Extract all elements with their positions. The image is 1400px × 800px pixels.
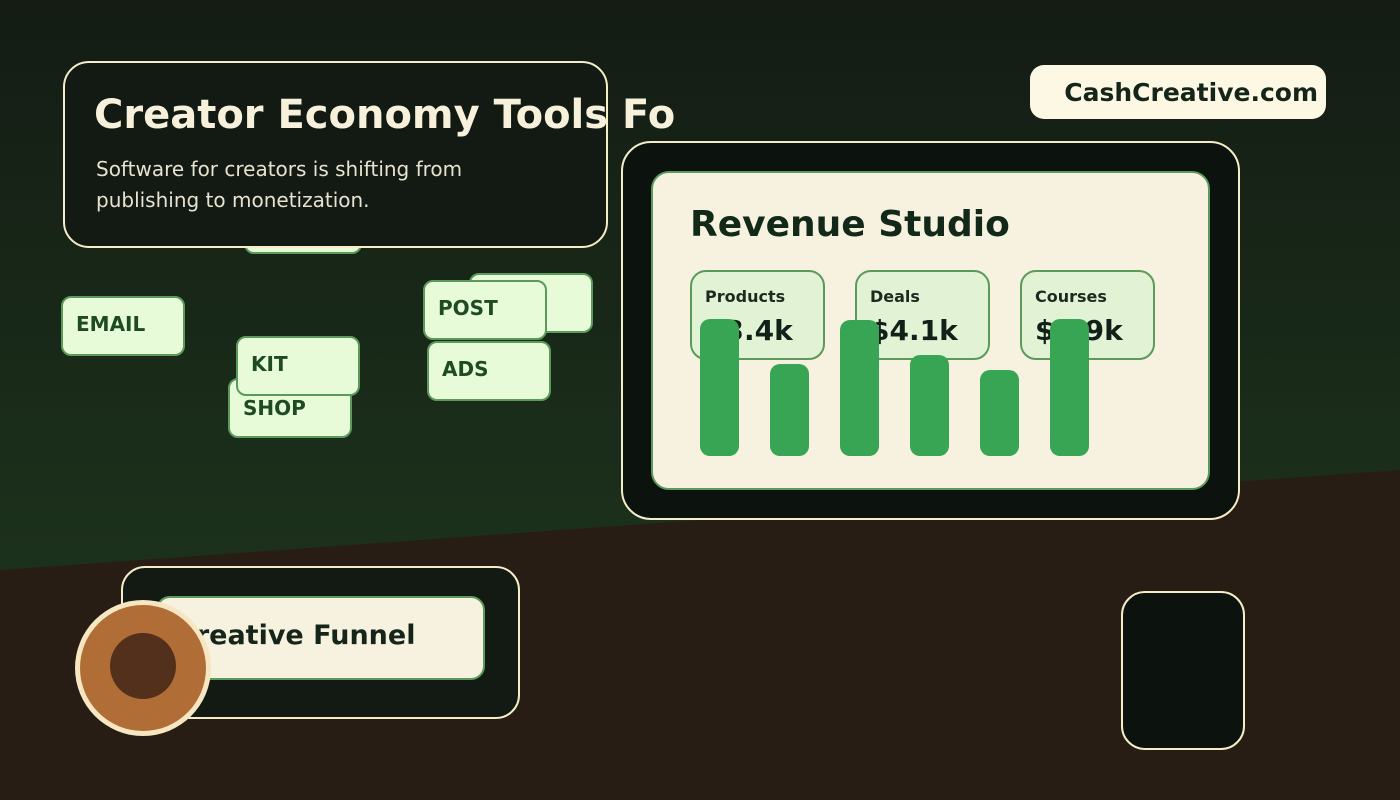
revenue-bar — [770, 364, 809, 456]
headline: Creator Economy Tools Fo — [94, 92, 676, 138]
stat-value: $4.1k — [870, 314, 958, 347]
stat-label: Products — [705, 287, 786, 306]
brand-badge[interactable]: CashCreative.com — [1030, 65, 1326, 119]
chip-post[interactable]: POST — [423, 280, 547, 340]
revenue-bar — [910, 355, 949, 456]
stat-label: Deals — [870, 287, 920, 306]
subtitle: Software for creators is shifting from p… — [96, 157, 463, 212]
chip-email[interactable]: EMAIL — [61, 296, 185, 356]
funnel-title: Creative Funnel — [176, 620, 416, 651]
coin-icon-center — [110, 633, 176, 699]
revenue-bar — [1050, 319, 1089, 456]
revenue-bar — [700, 319, 739, 456]
studio-title: Revenue Studio — [690, 204, 1010, 245]
revenue-bar — [980, 370, 1019, 456]
chip-ads[interactable]: ADS — [427, 341, 551, 401]
stat-label: Courses — [1035, 287, 1107, 306]
chip-kit[interactable]: KIT — [236, 336, 360, 396]
phone-frame — [1121, 591, 1245, 750]
revenue-bar — [840, 320, 879, 456]
